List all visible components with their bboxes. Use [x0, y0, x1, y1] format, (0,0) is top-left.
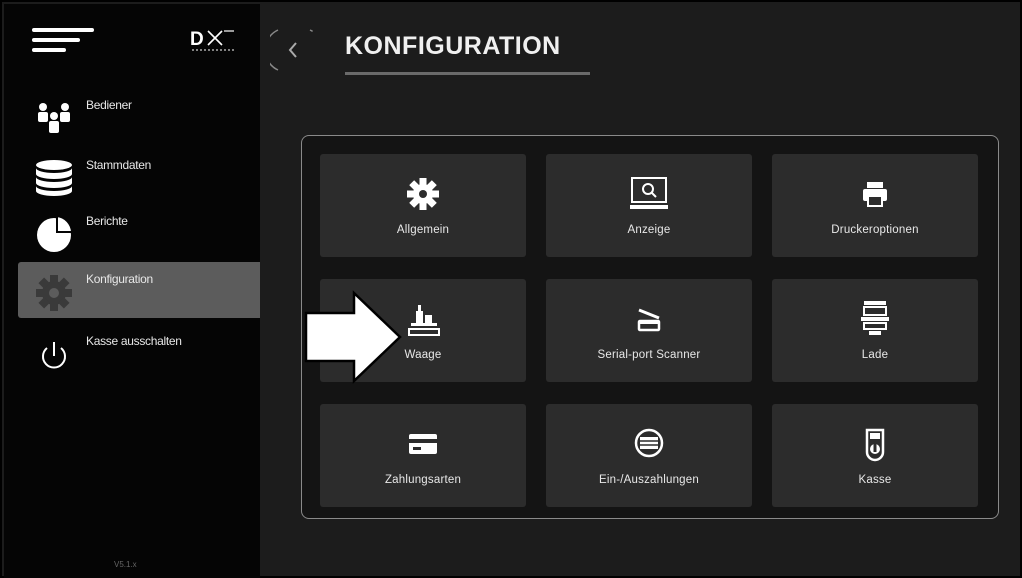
- monitor-icon: [630, 177, 668, 209]
- power-icon: [42, 342, 66, 369]
- printer-icon: [863, 182, 887, 207]
- tile-druckeroptionen[interactable]: Druckeroptionen: [772, 154, 978, 257]
- page-title: KONFIGURATION: [345, 32, 561, 60]
- tile-allgemein[interactable]: Allgemein: [320, 154, 526, 257]
- back-button[interactable]: [270, 28, 318, 72]
- config-panel: Allgemein Anzeige Druckeroptionen Waage …: [301, 135, 999, 519]
- sidebar-item-label: Berichte: [86, 214, 128, 228]
- app-window: D Bediener Stammdaten Berichte Konfigura…: [0, 0, 1022, 578]
- sidebar-item-kasse-ausschalten[interactable]: Kasse ausschalten: [18, 324, 260, 380]
- tile-kasse[interactable]: Kasse: [772, 404, 978, 507]
- cash-exchange-icon: [634, 428, 664, 458]
- tile-lade[interactable]: Lade: [772, 279, 978, 382]
- tile-label: Zahlungsarten: [384, 474, 462, 486]
- cash-drawer-icon: [861, 301, 889, 335]
- sidebar-item-label: Stammdaten: [86, 158, 152, 172]
- tile-label: Druckeroptionen: [831, 224, 919, 236]
- register-icon: [865, 428, 885, 462]
- scanner-icon: [637, 308, 661, 332]
- users-icon: [38, 103, 70, 133]
- sidebar-item-label: Konfiguration: [86, 272, 153, 286]
- sidebar-item-berichte[interactable]: Berichte: [18, 204, 260, 260]
- sidebar-item-bediener[interactable]: Bediener: [18, 88, 260, 144]
- sidebar: D Bediener Stammdaten Berichte Konfigura…: [4, 4, 260, 578]
- sidebar-item-stammdaten[interactable]: Stammdaten: [18, 148, 260, 204]
- tile-anzeige[interactable]: Anzeige: [546, 154, 752, 257]
- sidebar-item-label: Bediener: [86, 98, 132, 112]
- credit-card-icon: [409, 434, 437, 454]
- tile-label: Lade: [861, 349, 889, 361]
- gear-icon: [36, 275, 72, 311]
- title-underline: [345, 72, 590, 75]
- tile-label: Serial-port Scanner: [597, 349, 701, 361]
- database-icon: [36, 160, 72, 196]
- tile-label: Anzeige: [627, 224, 671, 236]
- menu-icon[interactable]: [32, 26, 94, 54]
- tile-zahlungsarten[interactable]: Zahlungsarten: [320, 404, 526, 507]
- tile-label: Allgemein: [396, 224, 450, 236]
- pointer-arrow: [304, 290, 402, 384]
- sidebar-item-label: Kasse ausschalten: [86, 334, 182, 348]
- svg-text:D: D: [190, 29, 204, 50]
- tile-label: Ein-/Auszahlungen: [599, 474, 699, 486]
- scale-icon: [408, 305, 440, 336]
- sidebar-item-konfiguration[interactable]: Konfiguration: [18, 262, 260, 318]
- version-label: V5.1.x: [114, 560, 137, 569]
- tile-serial-port-scanner[interactable]: Serial-port Scanner: [546, 279, 752, 382]
- tile-label: Kasse: [858, 474, 892, 486]
- brand-logo: D: [190, 29, 234, 51]
- tile-ein-auszahlungen[interactable]: Ein-/Auszahlungen: [546, 404, 752, 507]
- pie-chart-icon: [37, 214, 74, 252]
- gear-icon: [407, 178, 439, 210]
